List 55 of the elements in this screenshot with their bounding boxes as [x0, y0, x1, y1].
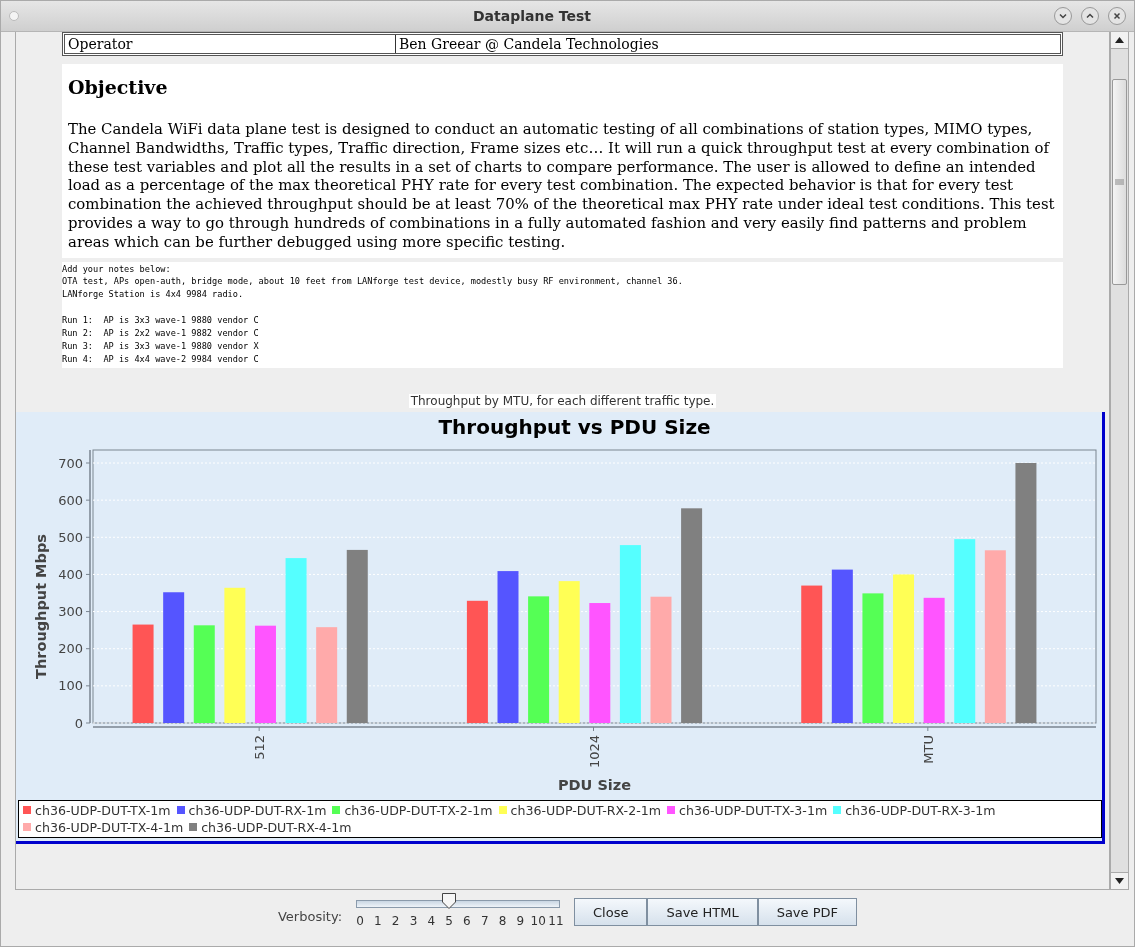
- slider-tick-label: 4: [426, 914, 437, 928]
- x-tick-label: 512: [252, 734, 268, 760]
- dialog-button[interactable]: Save HTML: [647, 898, 758, 926]
- slider-tick-label: 1: [373, 914, 383, 928]
- objective-heading: Objective: [68, 76, 169, 98]
- x-tick-label: MTU: [920, 734, 936, 764]
- y-tick-label: 0: [74, 715, 83, 731]
- scroll-thumb[interactable]: [1112, 79, 1127, 285]
- legend-label: ch36-UDP-DUT-RX-2-1m: [510, 802, 661, 818]
- y-tick-label: 100: [58, 678, 83, 694]
- scroll-down-icon[interactable]: [1111, 872, 1128, 889]
- y-tick-label: 400: [58, 566, 83, 582]
- legend-label: ch36-UDP-DUT-RX-1m: [188, 802, 327, 818]
- legend-label: ch36-UDP-DUT-TX-1m: [35, 802, 171, 818]
- y-tick-label: 500: [58, 529, 83, 545]
- x-axis-title: PDU Size: [557, 776, 632, 793]
- dialog-button[interactable]: Close: [574, 898, 648, 926]
- slider-tick-label: 11: [547, 914, 564, 928]
- chart-title: Throughput vs PDU Size: [438, 414, 711, 439]
- legend-label: ch36-UDP-DUT-TX-4-1m: [35, 819, 184, 835]
- vertical-scrollbar[interactable]: [1110, 32, 1129, 890]
- legend-label: ch36-UDP-DUT-RX-3-1m: [845, 802, 996, 818]
- y-tick-label: 300: [58, 603, 83, 619]
- x-tick-label: 1024: [586, 734, 602, 768]
- legend-label: ch36-UDP-DUT-RX-4-1m: [201, 819, 352, 835]
- table-cell-text: Operator: [67, 35, 134, 53]
- scroll-up-icon[interactable]: [1111, 32, 1128, 49]
- minimize-button[interactable]: [1054, 7, 1072, 25]
- window-title: Dataplane Test: [472, 8, 592, 24]
- objective-text: The Candela WiFi data plane test is designed to conduct an automatic testing of all combinations of station types, MIMO types, Channel Bandwidths, Traffic types, Traffic direction, Frame sizes etc… It will run a quick throughput test at every combination of these test variables and plot all the results in a set of charts to compare performance. The user is allowed to define an intended load as a percentage of the max theoretical PHY rate for every test combination. The expected behavior is that for every test combination the achieved throughput should be at least 70% of the theoretical max PHY rate under ideal test conditions. This test provides a way to go through hundreds of combinations in a fully automated fashion and very easily find patterns and problem areas which can be further debugged using more specific testing.: [68, 120, 1056, 252]
- slider-tick-label: 9: [515, 914, 526, 928]
- y-tick-label: 600: [58, 492, 83, 508]
- slider-tick-label: 7: [479, 914, 490, 928]
- legend-label: ch36-UDP-DUT-TX-2-1m: [344, 802, 493, 818]
- dialog-button[interactable]: Save PDF: [757, 898, 858, 926]
- verbosity-label: Verbosity:: [277, 909, 342, 924]
- close-button[interactable]: [1108, 7, 1126, 25]
- y-axis-title: Throughput Mbps: [33, 533, 49, 679]
- notes-field[interactable]: Add your notes below: OTA test, APs open-auth, bridge mode, about 10 feet from LANforge test device, modestly busy RF environment, channel 36. LANforge Station is 4x4 9984 radio. Run 1: AP is 3x3 wave-1 9880 vendor C Run 2: AP is 2x2 wave-1 9882 vendor C Run 3: AP is 3x3 wave-1 9880 vendor X Run 4: AP is 4x4 wave-2 9984 vendor C: [62, 261, 1063, 368]
- slider-tick-label: 8: [497, 914, 508, 928]
- slider-tick-label: 3: [408, 914, 419, 928]
- y-tick-label: 200: [58, 641, 83, 657]
- y-tick-label: 700: [58, 455, 83, 471]
- close-icon: [1112, 11, 1122, 21]
- chart-caption: Throughput by MTU, for each different traffic type.: [408, 393, 717, 408]
- table-cell: Ben Greear @ Candela Technologies: [395, 35, 1060, 53]
- slider-tick-label: 2: [390, 914, 401, 928]
- chevron-down-icon: [1058, 11, 1068, 21]
- maximize-button[interactable]: [1081, 7, 1099, 25]
- legend-label: ch36-UDP-DUT-TX-3-1m: [679, 802, 828, 818]
- chevron-up-icon: [1085, 11, 1095, 21]
- slider-tick-label: 10: [530, 914, 547, 928]
- slider-tick-label: 5: [444, 914, 454, 928]
- slider-tick-label: 0: [355, 914, 365, 928]
- slider-tick-label: 6: [462, 914, 472, 928]
